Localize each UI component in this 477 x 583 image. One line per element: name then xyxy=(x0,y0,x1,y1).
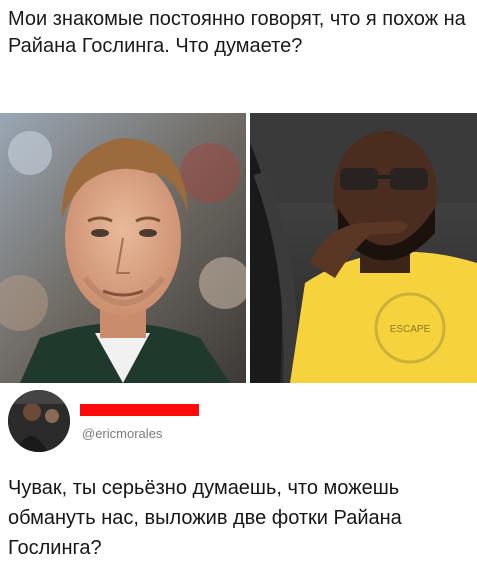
photo-right[interactable]: ESCAPE xyxy=(250,113,477,383)
redacted-name-bar xyxy=(80,404,199,416)
post-caption: Мои знакомые постоянно говорят, что я по… xyxy=(8,8,466,57)
photo-left[interactable] xyxy=(0,113,246,383)
user-handle[interactable]: @ericmorales xyxy=(82,426,162,441)
shirt-print: ESCAPE xyxy=(390,324,431,335)
photo-pair: ESCAPE xyxy=(0,113,477,383)
selfie-photo: ESCAPE xyxy=(250,113,477,383)
tweet-header: @ericmorales xyxy=(0,384,477,470)
avatar[interactable] xyxy=(8,390,70,452)
avatar-image xyxy=(8,390,70,452)
portrait-photo xyxy=(0,113,246,383)
tweet-text: Чувак, ты серьёзно думаешь, что можешь о… xyxy=(8,477,402,559)
